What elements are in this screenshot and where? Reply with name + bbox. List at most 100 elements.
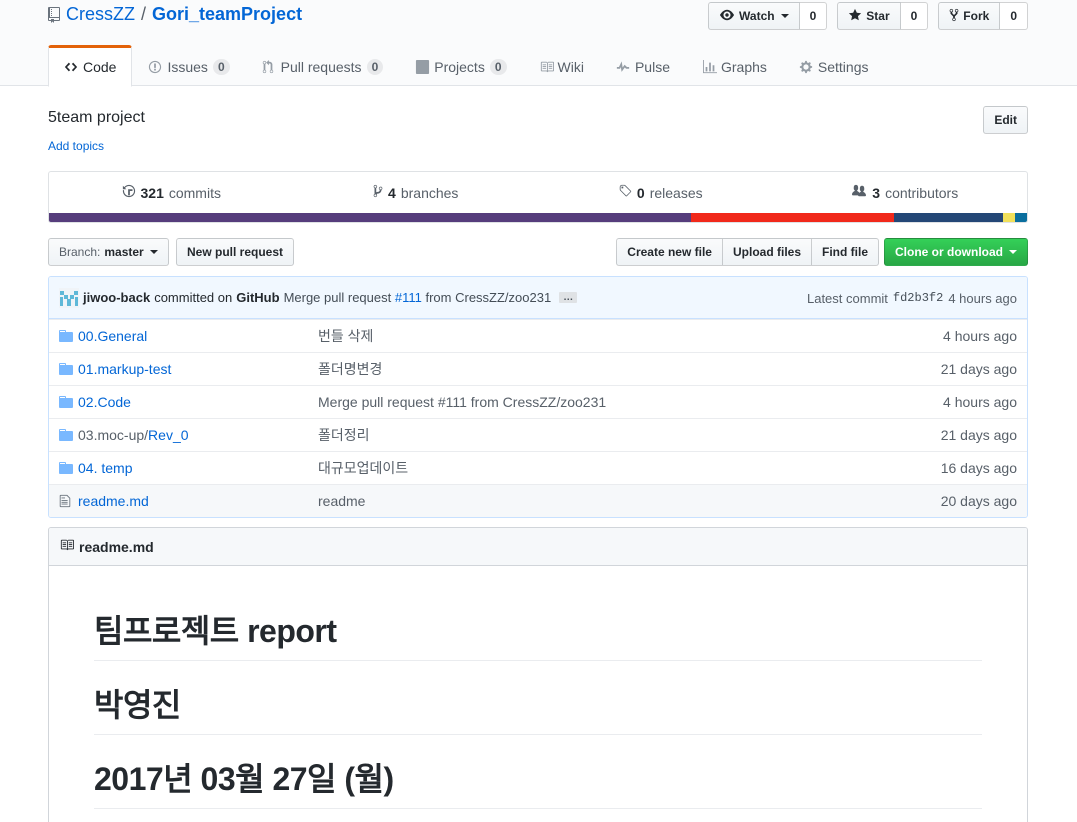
- fork-label: Fork: [963, 9, 990, 23]
- caret-down-icon: [1009, 250, 1017, 254]
- issue-icon: [148, 60, 162, 74]
- repo-header: CressZZ / Gori_teamProject Watch 0 Star …: [0, 0, 1077, 87]
- path-separator: /: [141, 4, 147, 24]
- file-actions: Create new file Upload files Find file C…: [616, 238, 1028, 266]
- commit-sha-link[interactable]: fd2b3f2: [893, 291, 943, 305]
- tab-projects[interactable]: Projects 0: [399, 45, 522, 86]
- file-name-link[interactable]: 03.moc-up/Rev_0: [78, 427, 318, 443]
- commit-platform: GitHub: [236, 290, 280, 305]
- gear-icon: [799, 60, 813, 74]
- commit-author-link[interactable]: jiwoo-back: [83, 290, 150, 305]
- file-age: 4 hours ago: [943, 394, 1017, 410]
- fork-count[interactable]: 0: [1000, 2, 1028, 30]
- language-segment[interactable]: [1002, 213, 1016, 222]
- fork-button[interactable]: Fork: [938, 2, 1001, 30]
- folder-icon: [49, 429, 78, 441]
- tab-settings[interactable]: Settings: [783, 45, 885, 86]
- file-commit-message[interactable]: 폴더정리: [318, 425, 867, 445]
- file-name-link[interactable]: 02.Code: [78, 394, 318, 410]
- expand-commit-button[interactable]: …: [559, 292, 578, 303]
- repo-title: CressZZ / Gori_teamProject: [48, 4, 302, 25]
- tab-issues-label: Issues: [167, 58, 208, 75]
- new-pull-request-button[interactable]: New pull request: [176, 238, 295, 266]
- commit-message-suffix: from CressZZ/zoo231: [425, 290, 552, 305]
- file-row: readme.md readme 20 days ago: [49, 484, 1027, 517]
- file-commit-message[interactable]: readme: [318, 493, 867, 509]
- file-commit-message[interactable]: 폴더명변경: [318, 359, 867, 379]
- people-icon: [851, 184, 867, 201]
- folder-icon: [49, 330, 78, 342]
- tag-icon: [618, 184, 632, 201]
- edit-description-button[interactable]: Edit: [983, 106, 1028, 134]
- file-name-link[interactable]: 01.markup-test: [78, 361, 318, 377]
- branch-select-button[interactable]: Branch: master: [48, 238, 169, 266]
- commits-label: commits: [168, 184, 221, 201]
- tab-graphs[interactable]: Graphs: [686, 45, 783, 86]
- file-row: 02.Code Merge pull request #111 from Cre…: [49, 385, 1027, 418]
- folder-icon: [49, 396, 78, 408]
- file-age: 4 hours ago: [943, 328, 1017, 344]
- upload-files-button[interactable]: Upload files: [721, 238, 812, 266]
- branches-count: 4: [388, 184, 396, 201]
- file-name-link[interactable]: 00.General: [78, 328, 318, 344]
- readme-content: 팀프로젝트 report 박영진 2017년 03월 27일 (월): [49, 566, 1027, 809]
- summary-numbers: 321 commits 4 branches 0 releases 3 cont…: [49, 172, 1027, 213]
- issues-counter: 0: [212, 58, 230, 75]
- commit-message[interactable]: Merge pull request #111 from CressZZ/zoo…: [284, 290, 552, 305]
- create-new-file-button[interactable]: Create new file: [616, 238, 723, 266]
- language-segment[interactable]: [893, 213, 1003, 222]
- releases-count: 0: [636, 184, 645, 201]
- star-button[interactable]: Star: [837, 2, 901, 30]
- releases-label: releases: [649, 184, 703, 201]
- tab-code[interactable]: Code: [48, 45, 133, 87]
- contributors-link[interactable]: 3 contributors: [783, 184, 1028, 201]
- watch-count[interactable]: 0: [799, 2, 828, 30]
- latest-commit-label: Latest commit: [806, 290, 888, 306]
- file-table: jiwoo-back committed on GitHub Merge pul…: [48, 276, 1028, 518]
- branches-link[interactable]: 4 branches: [294, 184, 539, 201]
- watch-button[interactable]: Watch: [708, 2, 800, 30]
- file-name-link[interactable]: readme.md: [78, 493, 318, 509]
- tab-wiki[interactable]: Wiki: [523, 45, 600, 86]
- branches-label: branches: [400, 184, 459, 201]
- branch-label: Branch:: [59, 245, 101, 259]
- avatar[interactable]: [59, 287, 79, 308]
- add-topics-link[interactable]: Add topics: [48, 139, 104, 153]
- clone-download-button[interactable]: Clone or download: [884, 238, 1028, 266]
- tab-projects-label: Projects: [434, 58, 485, 75]
- language-segment[interactable]: [49, 213, 691, 222]
- releases-link[interactable]: 0 releases: [538, 184, 783, 201]
- projects-counter: 0: [489, 58, 507, 75]
- language-segment[interactable]: [1015, 213, 1027, 222]
- pull-request-icon: [262, 59, 276, 74]
- watch-group: Watch 0: [708, 2, 828, 30]
- graph-icon: [702, 59, 717, 74]
- readme-heading: 팀프로젝트 report: [94, 611, 982, 661]
- readme-heading: 2017년 03월 27일 (월): [94, 759, 982, 809]
- repo-description: 5team project: [48, 109, 145, 126]
- commit-age: 4 hours ago: [948, 290, 1017, 306]
- star-count[interactable]: 0: [900, 2, 929, 30]
- file-commit-message[interactable]: 번들 삭제: [318, 326, 867, 346]
- file-navigation: Branch: master New pull request Create n…: [48, 238, 1028, 266]
- file-commit-message[interactable]: Merge pull request #111 from CressZZ/zoo…: [318, 394, 867, 410]
- find-file-button[interactable]: Find file: [811, 238, 879, 266]
- file-path-prefix: 03.moc-up/: [78, 427, 149, 443]
- repo-owner-link[interactable]: CressZZ: [66, 4, 135, 25]
- tab-pull-requests[interactable]: Pull requests 0: [246, 45, 400, 86]
- language-bar[interactable]: [49, 213, 1027, 222]
- repo-icon: [48, 6, 60, 23]
- commits-link[interactable]: 321 commits: [49, 184, 294, 201]
- commit-pr-link[interactable]: #111: [395, 290, 422, 305]
- repo-name-link[interactable]: Gori_teamProject: [152, 4, 302, 25]
- tab-issues[interactable]: Issues 0: [132, 45, 245, 86]
- latest-commit-bar: jiwoo-back committed on GitHub Merge pul…: [49, 277, 1027, 319]
- file-name-link[interactable]: 04. temp: [78, 460, 318, 476]
- branch-icon: [373, 184, 383, 201]
- file-commit-message[interactable]: 대규모업데이트: [318, 458, 867, 478]
- readme-panel: readme.md 팀프로젝트 report 박영진 2017년 03월 27일…: [48, 527, 1028, 822]
- tab-pulse[interactable]: Pulse: [600, 45, 686, 86]
- watch-label: Watch: [739, 9, 775, 23]
- language-segment[interactable]: [690, 213, 894, 222]
- tab-settings-label: Settings: [817, 58, 869, 75]
